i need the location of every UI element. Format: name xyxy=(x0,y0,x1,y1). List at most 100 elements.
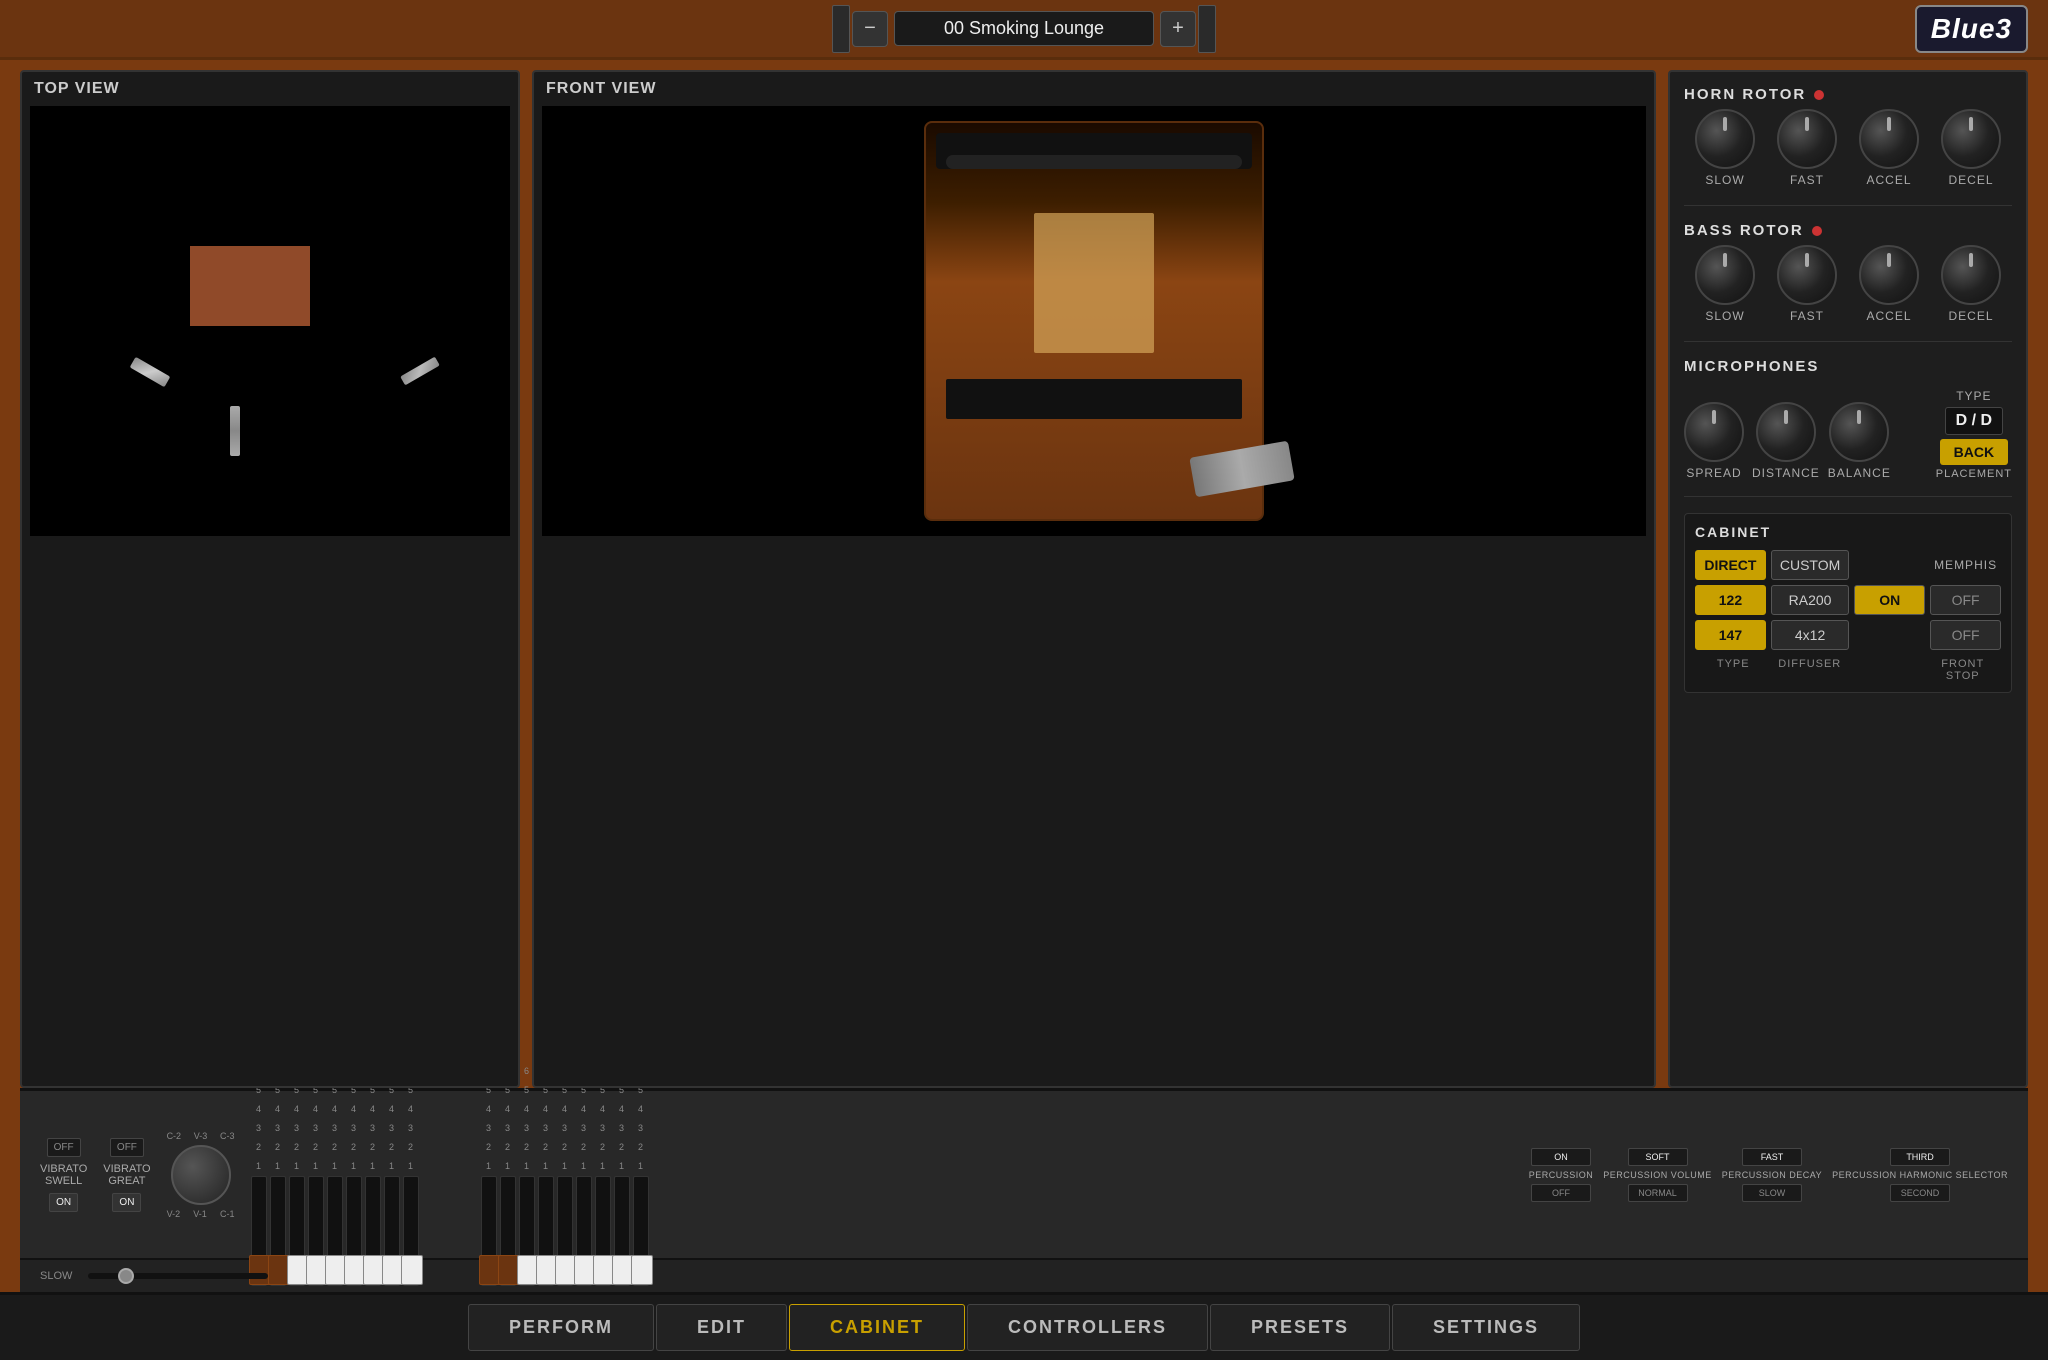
lower-drawbar-col-1: 654321 xyxy=(481,1064,497,1286)
cabinet-custom-button[interactable]: CUSTOM xyxy=(1771,550,1849,580)
bass-fast-knob[interactable] xyxy=(1777,245,1837,305)
vibrato-selector-knob[interactable] xyxy=(171,1145,231,1205)
mic-spread-knob[interactable] xyxy=(1684,402,1744,462)
lower-drawbar-5 xyxy=(557,1176,573,1286)
mic-top-center-icon[interactable] xyxy=(230,406,240,456)
cabinet-section: CABINET DIRECT CUSTOM MEMPHIS 122 RA200 … xyxy=(1684,513,2012,693)
mic-balance-label: BALANCE xyxy=(1828,466,1891,480)
horn-rotor-section: HORN ROTOR SLOW FAST ACCEL xyxy=(1684,86,2012,189)
divider-3 xyxy=(1684,496,2012,497)
lower-drawbar-9-handle[interactable] xyxy=(631,1255,653,1285)
cabinet-4x12-button[interactable]: 4x12 xyxy=(1771,620,1849,650)
cabinet-top-view-rect xyxy=(190,246,310,326)
label-v2: V-2 xyxy=(167,1209,181,1219)
cabinet-handle xyxy=(946,155,1242,169)
lower-drawbars: 654321 654321 654321 xyxy=(481,1064,649,1286)
bass-decel-knob[interactable] xyxy=(1941,245,2001,305)
cabinet-top-bar xyxy=(936,133,1252,169)
transport-bar-right xyxy=(1198,5,1216,53)
mic-placement-button[interactable]: BACK xyxy=(1940,439,2008,465)
percussion-on-button[interactable]: ON xyxy=(1531,1148,1591,1166)
cabinet-memphis-off2-button[interactable]: OFF xyxy=(1930,620,2001,650)
drawbar-col-4: 654321 xyxy=(308,1064,324,1286)
preset-prev-button[interactable]: − xyxy=(852,11,888,47)
mic-top-right-icon[interactable] xyxy=(400,357,440,386)
mic-placement-label: PLACEMENT xyxy=(1936,468,2012,480)
mic-balance-knob[interactable] xyxy=(1829,402,1889,462)
app-logo: Blue3 xyxy=(1915,5,2028,53)
lower-drawbar-col-7: 654321 xyxy=(595,1064,611,1286)
percussion-harmonic-second-button[interactable]: SECOND xyxy=(1890,1184,1950,1202)
nav-settings-button[interactable]: SETTINGS xyxy=(1392,1304,1580,1351)
horn-slow-group: SLOW xyxy=(1695,109,1755,187)
mic-type-label: TYPE xyxy=(1956,389,1991,403)
lower-drawbar-1 xyxy=(481,1176,497,1286)
cabinet-147-button[interactable]: 147 xyxy=(1695,620,1766,650)
horn-fast-knob[interactable] xyxy=(1777,109,1837,169)
label-v3: V-3 xyxy=(194,1131,208,1141)
cabinet-frontstop-footer-label xyxy=(1848,658,1925,682)
cabinet-memphis-off1-button[interactable]: OFF xyxy=(1930,585,2001,615)
percussion-harmonic-third-button[interactable]: THIRD xyxy=(1890,1148,1950,1166)
drawbar-col-6: 654321 xyxy=(346,1064,362,1286)
horn-slow-label: SLOW xyxy=(1705,173,1744,187)
drawbar-2-track xyxy=(270,1176,286,1286)
vibrato-great-off-button[interactable]: OFF xyxy=(110,1138,144,1157)
horn-decel-knob[interactable] xyxy=(1941,109,2001,169)
cabinet-on-button[interactable]: ON xyxy=(1854,585,1925,615)
bass-slow-knob[interactable] xyxy=(1695,245,1755,305)
bass-rotor-knobs: SLOW FAST ACCEL DECEL xyxy=(1684,245,2012,323)
percussion-off-button[interactable]: OFF xyxy=(1531,1184,1591,1202)
mic-distance-knob[interactable] xyxy=(1756,402,1816,462)
percussion-decay-slow-button[interactable]: SLOW xyxy=(1742,1184,1802,1202)
lower-drawbar-6 xyxy=(576,1176,592,1286)
cabinet-memphis-label: MEMPHIS xyxy=(1930,558,2001,572)
drawbar-9-track xyxy=(403,1176,419,1286)
drawbar-9-handle[interactable] xyxy=(401,1255,423,1285)
front-view-content xyxy=(542,106,1646,536)
percussion-volume-normal-button[interactable]: NORMAL xyxy=(1628,1184,1688,1202)
nav-perform-button[interactable]: PERFORM xyxy=(468,1304,654,1351)
bass-accel-knob[interactable] xyxy=(1859,245,1919,305)
cabinet-diffuser-footer-label: DIFFUSER xyxy=(1772,658,1849,682)
speed-slider[interactable] xyxy=(88,1273,268,1279)
speed-slider-thumb[interactable] xyxy=(118,1268,134,1284)
lower-drawbar-col-3: 654321 xyxy=(519,1064,535,1286)
horn-decel-label: DECEL xyxy=(1948,173,1993,187)
preset-next-button[interactable]: + xyxy=(1160,11,1196,47)
horn-rotor-title: HORN ROTOR xyxy=(1684,86,2012,103)
bottom-nav: PERFORM EDIT CABINET CONTROLLERS PRESETS… xyxy=(0,1292,2048,1360)
nav-controllers-button[interactable]: CONTROLLERS xyxy=(967,1304,1208,1351)
horn-fast-label: FAST xyxy=(1790,173,1824,187)
cabinet-122-button[interactable]: 122 xyxy=(1695,585,1766,615)
top-view-label: TOP VIEW xyxy=(22,72,518,106)
drawbar-3-track xyxy=(289,1176,305,1286)
drawbar-6-track xyxy=(346,1176,362,1286)
cabinet-frontstop-label: FRONT STOP xyxy=(1925,658,2002,682)
nav-edit-button[interactable]: EDIT xyxy=(656,1304,787,1351)
cabinet-type-footer-label: TYPE xyxy=(1695,658,1772,682)
cabinet-direct-button[interactable]: DIRECT xyxy=(1695,550,1766,580)
vibrato-swell-off-button[interactable]: OFF xyxy=(47,1138,81,1157)
views-row: TOP VIEW FRONT VIEW xyxy=(20,70,2028,1088)
horn-accel-group: ACCEL xyxy=(1859,109,1919,187)
mic-top-left-icon[interactable] xyxy=(130,357,171,387)
percussion-volume-soft-button[interactable]: SOFT xyxy=(1628,1148,1688,1166)
horn-accel-knob[interactable] xyxy=(1859,109,1919,169)
bass-fast-group: FAST xyxy=(1777,245,1837,323)
nav-presets-button[interactable]: PRESETS xyxy=(1210,1304,1390,1351)
percussion-decay-fast-button[interactable]: FAST xyxy=(1742,1148,1802,1166)
mic-type-value[interactable]: D / D xyxy=(1945,407,2003,435)
vibrato-great-on-button[interactable]: ON xyxy=(112,1193,141,1212)
vibrato-swell-on-button[interactable]: ON xyxy=(49,1193,78,1212)
horn-slow-knob[interactable] xyxy=(1695,109,1755,169)
lower-drawbar-nums-3: 654321 xyxy=(524,1064,529,1174)
drawbar-col-1: 654321 xyxy=(251,1064,267,1286)
cabinet-label-plate xyxy=(1034,213,1154,353)
bass-decel-label: DECEL xyxy=(1948,309,1993,323)
cabinet-ra200-button[interactable]: RA200 xyxy=(1771,585,1849,615)
nav-cabinet-button[interactable]: CABINET xyxy=(789,1304,965,1351)
mic-distance-label: DISTANCE xyxy=(1752,466,1820,480)
lower-drawbar-col-2: 654321 xyxy=(500,1064,516,1286)
front-view-panel: FRONT VIEW xyxy=(532,70,1656,1088)
